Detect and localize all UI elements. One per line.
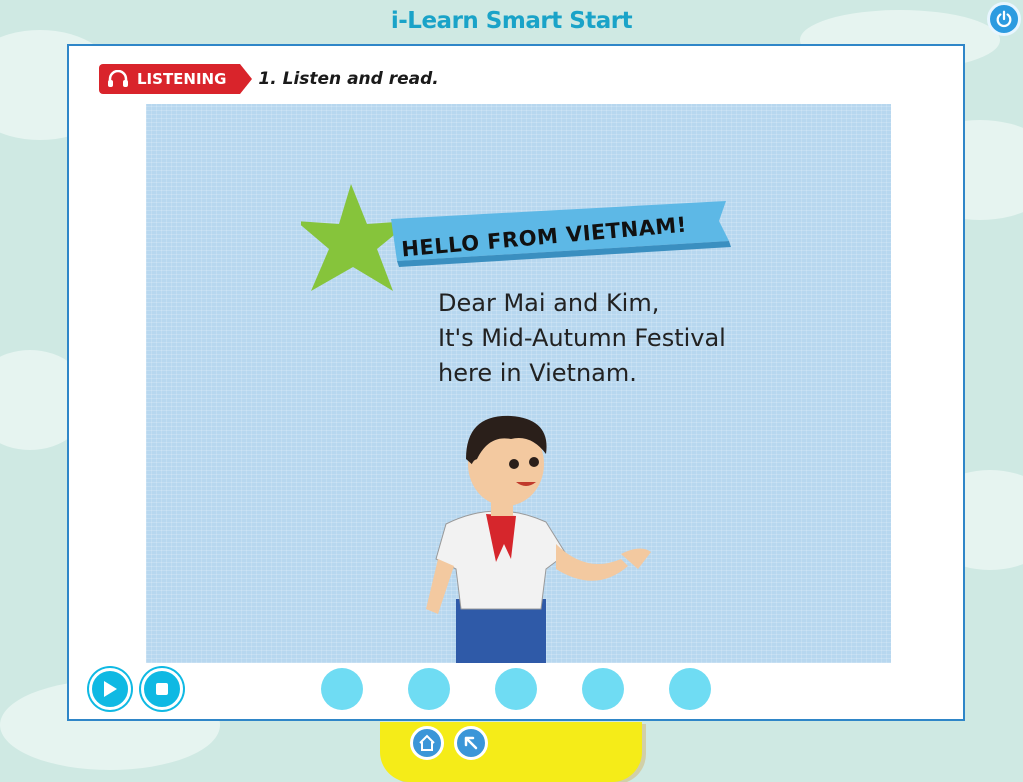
playback-controls xyxy=(89,668,183,710)
headphones-icon xyxy=(107,70,129,88)
instruction-text: 1. Listen and read. xyxy=(258,69,439,89)
activity-header: LISTENING 1. Listen and read. xyxy=(99,63,439,95)
bottom-nav-bar xyxy=(380,722,642,782)
home-button[interactable] xyxy=(410,726,444,760)
stop-button[interactable] xyxy=(141,668,183,710)
page-dot[interactable] xyxy=(495,668,537,710)
story-illustration: HELLO FROM VIETNAM! Dear Mai and Kim, It… xyxy=(146,104,891,663)
play-button[interactable] xyxy=(89,668,131,710)
boy-illustration xyxy=(426,415,651,663)
play-icon xyxy=(104,681,117,697)
tag-label: LISTENING xyxy=(137,70,227,88)
letter-line: here in Vietnam. xyxy=(438,359,637,387)
home-icon xyxy=(419,734,435,751)
back-button[interactable] xyxy=(454,726,488,760)
letter-line: It's Mid-Autumn Festival xyxy=(438,324,726,352)
letter-line: Dear Mai and Kim, xyxy=(438,289,660,317)
lesson-panel: LISTENING 1. Listen and read. HELLO FROM… xyxy=(67,44,965,721)
page-dot[interactable] xyxy=(669,668,711,710)
stop-icon xyxy=(156,683,168,695)
page-dot[interactable] xyxy=(408,668,450,710)
page-dot[interactable] xyxy=(321,668,363,710)
app-title: i-Learn Smart Start xyxy=(390,8,633,34)
page-dots xyxy=(321,668,711,710)
listening-tag: LISTENING xyxy=(99,64,253,94)
power-icon xyxy=(996,10,1012,28)
letter-text: Dear Mai and Kim, It's Mid-Autumn Festiv… xyxy=(438,286,726,391)
page-dot[interactable] xyxy=(582,668,624,710)
back-arrow-icon xyxy=(464,736,478,750)
power-button[interactable] xyxy=(987,2,1021,36)
